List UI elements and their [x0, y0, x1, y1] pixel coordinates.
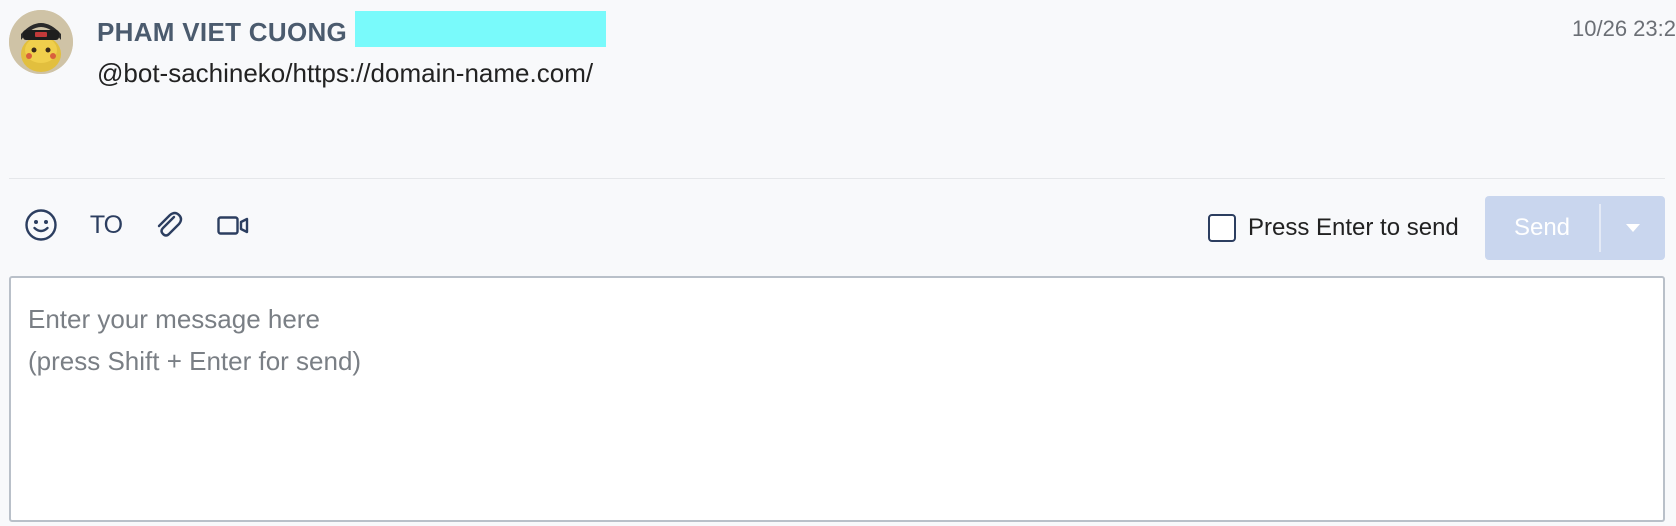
message-body: @bot-sachineko/https://domain-name.com/ [97, 58, 594, 88]
to-button[interactable]: TO [87, 206, 125, 244]
composer-toolbar: TO Press Enter to send Send [0, 190, 1676, 260]
divider [9, 178, 1665, 179]
redacted-highlight [355, 11, 606, 47]
video-call-icon [217, 216, 249, 235]
chat-window: PHAM VIET CUONG 10/26 23:2 @bot-sachinek… [0, 0, 1676, 526]
send-button[interactable]: Send [1485, 196, 1599, 260]
sender-name[interactable]: PHAM VIET CUONG [97, 17, 347, 48]
emoji-button[interactable] [23, 206, 59, 244]
video-call-button[interactable] [215, 206, 251, 244]
message-timestamp: 10/26 23:2 [1572, 16, 1676, 41]
press-enter-option[interactable]: Press Enter to send [1208, 214, 1459, 242]
send-button-group: Send [1485, 196, 1665, 260]
avatar[interactable] [9, 10, 73, 74]
message-composer [9, 276, 1665, 522]
paperclip-icon [157, 211, 183, 237]
to-icon: TO [89, 210, 123, 239]
message-item: PHAM VIET CUONG 10/26 23:2 @bot-sachinek… [0, 0, 1676, 178]
message-input[interactable] [11, 278, 1663, 520]
chevron-down-icon [1626, 224, 1640, 232]
press-enter-checkbox[interactable] [1208, 214, 1236, 242]
press-enter-label: Press Enter to send [1248, 214, 1459, 241]
attach-file-button[interactable] [151, 206, 187, 244]
smiley-icon [25, 209, 57, 241]
avatar-image [9, 10, 73, 74]
send-options-dropdown[interactable] [1601, 196, 1665, 260]
